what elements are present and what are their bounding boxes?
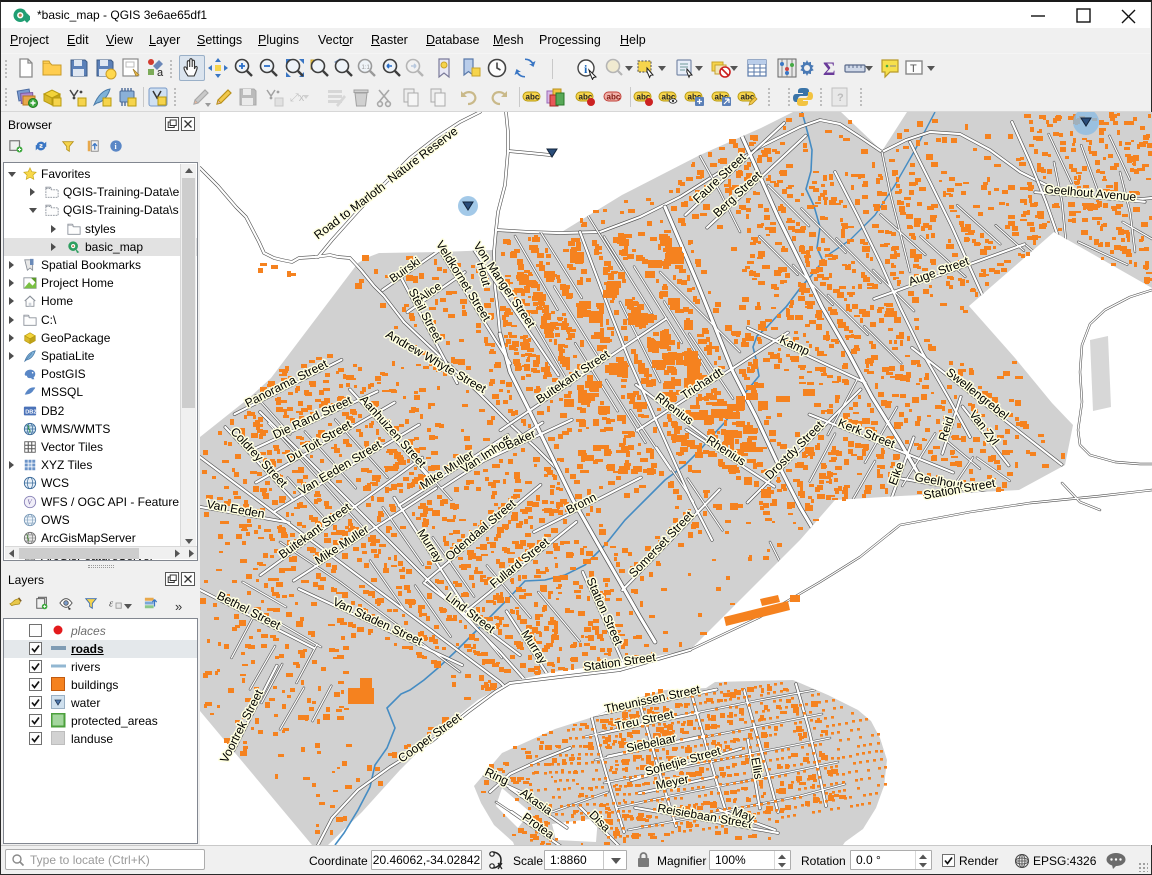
svg-text:?: ? <box>837 92 844 104</box>
svg-text:abc: abc <box>526 93 540 102</box>
svg-text:1:1: 1:1 <box>362 65 371 71</box>
svg-text:⤢x: ⤢x <box>290 92 305 104</box>
svg-text:ε: ε <box>109 599 114 610</box>
svg-text:DB2: DB2 <box>25 409 36 415</box>
svg-text:Σ: Σ <box>823 59 835 80</box>
svg-text:T: T <box>910 63 917 75</box>
svg-text:V: V <box>27 498 32 506</box>
svg-text:abc: abc <box>607 93 621 102</box>
